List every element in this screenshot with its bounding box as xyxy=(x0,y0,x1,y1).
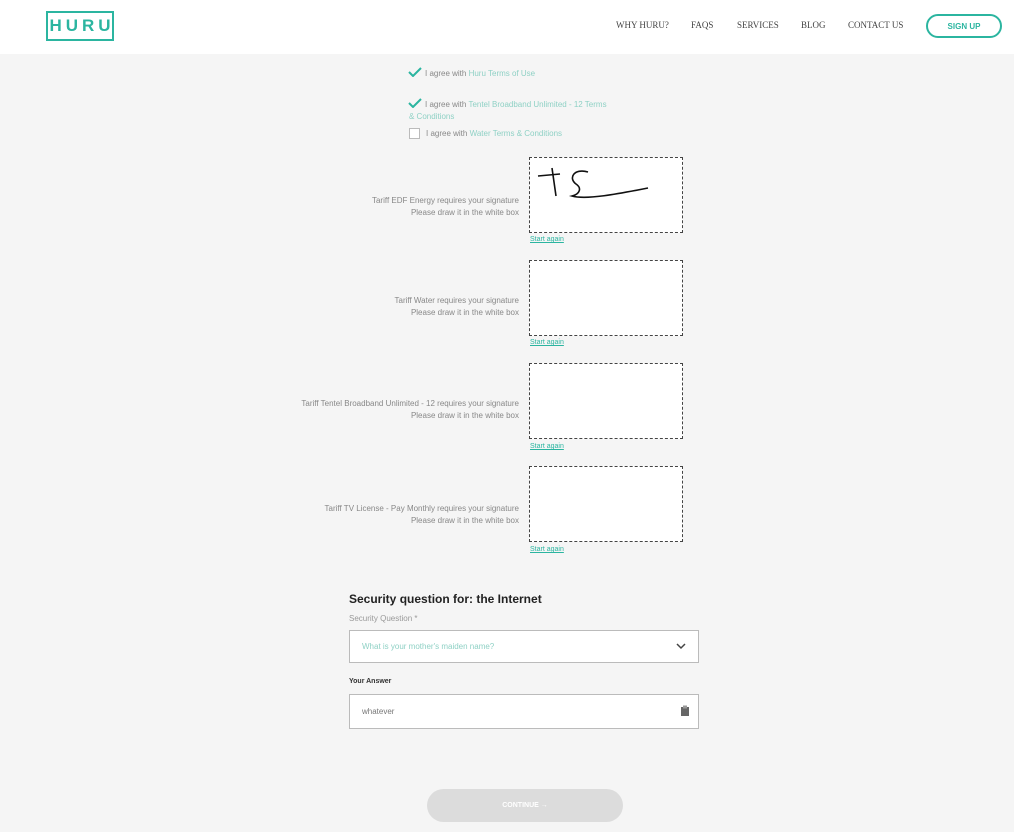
start-again-link[interactable]: Start again xyxy=(530,339,564,346)
check-icon[interactable] xyxy=(408,67,422,77)
huru-terms-link[interactable]: Huru Terms of Use xyxy=(469,69,536,78)
signature-label-line1: Tariff Tentel Broadband Unlimited - 12 r… xyxy=(301,399,519,408)
security-section-title: Security question for: the Internet xyxy=(349,592,542,606)
chevron-down-icon xyxy=(676,643,686,650)
start-again-link[interactable]: Start again xyxy=(530,443,564,450)
signature-pad-water[interactable] xyxy=(529,260,683,336)
signature-label-tv-license: Tariff TV License - Pay Monthly requires… xyxy=(239,503,519,527)
agreement-prefix: I agree with xyxy=(425,100,469,109)
check-icon[interactable] xyxy=(408,98,422,108)
sign-up-button[interactable]: SIGN UP xyxy=(926,14,1002,38)
broadband-conditions-link[interactable]: & Conditions xyxy=(409,112,454,121)
agreement-prefix: I agree with xyxy=(426,129,470,138)
answer-input[interactable]: whatever xyxy=(349,694,699,729)
nav-services[interactable]: SERVICES xyxy=(737,20,779,30)
signature-drawing xyxy=(537,167,649,199)
agreement-prefix: I agree with xyxy=(425,69,469,78)
security-question-label: Security Question * xyxy=(349,614,418,623)
nav-faqs[interactable]: FAQS xyxy=(691,20,713,30)
top-navigation-bar: HURU WHY HURU? FAQS SERVICES BLOG CONTAC… xyxy=(0,0,1014,54)
nav-why-huru[interactable]: WHY HURU? xyxy=(616,20,669,30)
nav-blog[interactable]: BLOG xyxy=(801,20,826,30)
signature-label-line2: Please draw it in the white box xyxy=(410,208,519,217)
security-question-select[interactable]: What is your mother's maiden name? xyxy=(349,630,699,663)
nav-contact-us[interactable]: CONTACT US xyxy=(848,20,903,30)
water-terms-checkbox[interactable] xyxy=(409,128,420,139)
signature-label-line1: Tariff TV License - Pay Monthly requires… xyxy=(324,504,519,513)
start-again-link[interactable]: Start again xyxy=(530,546,564,553)
broadband-terms-link[interactable]: Tentel Broadband Unlimited - 12 Terms xyxy=(468,100,606,109)
signature-label-line2: Please draw it in the white box xyxy=(410,411,519,420)
signature-pad-edf[interactable] xyxy=(529,157,683,233)
signature-label-line1: Tariff EDF Energy requires your signatur… xyxy=(371,196,519,205)
start-again-link[interactable]: Start again xyxy=(530,236,564,243)
signature-pad-tv-license[interactable] xyxy=(529,466,683,542)
signature-label-line2: Please draw it in the white box xyxy=(410,516,519,525)
signature-label-edf: Tariff EDF Energy requires your signatur… xyxy=(239,195,519,219)
signature-label-line1: Tariff Water requires your signature xyxy=(394,296,520,305)
clipboard-icon xyxy=(681,705,689,716)
continue-button[interactable]: CONTINUE → xyxy=(427,789,623,822)
security-question-placeholder: What is your mother's maiden name? xyxy=(362,642,495,651)
signature-label-water: Tariff Water requires your signature Ple… xyxy=(239,295,520,319)
signature-label-line2: Please draw it in the white box xyxy=(410,308,519,317)
agreement-broadband-terms-cont: & Conditions xyxy=(409,112,454,121)
agreement-huru-terms: I agree with Huru Terms of Use xyxy=(425,69,535,78)
agreement-water-terms: I agree with Water Terms & Conditions xyxy=(426,129,562,138)
answer-label: Your Answer xyxy=(349,678,392,685)
signature-pad-broadband[interactable] xyxy=(529,363,683,439)
agreement-broadband-terms: I agree with Tentel Broadband Unlimited … xyxy=(425,100,607,109)
huru-logo[interactable]: HURU xyxy=(46,11,114,41)
signature-label-broadband: Tariff Tentel Broadband Unlimited - 12 r… xyxy=(219,398,519,422)
water-terms-link[interactable]: Water Terms & Conditions xyxy=(470,129,562,138)
answer-value: whatever xyxy=(362,707,395,716)
